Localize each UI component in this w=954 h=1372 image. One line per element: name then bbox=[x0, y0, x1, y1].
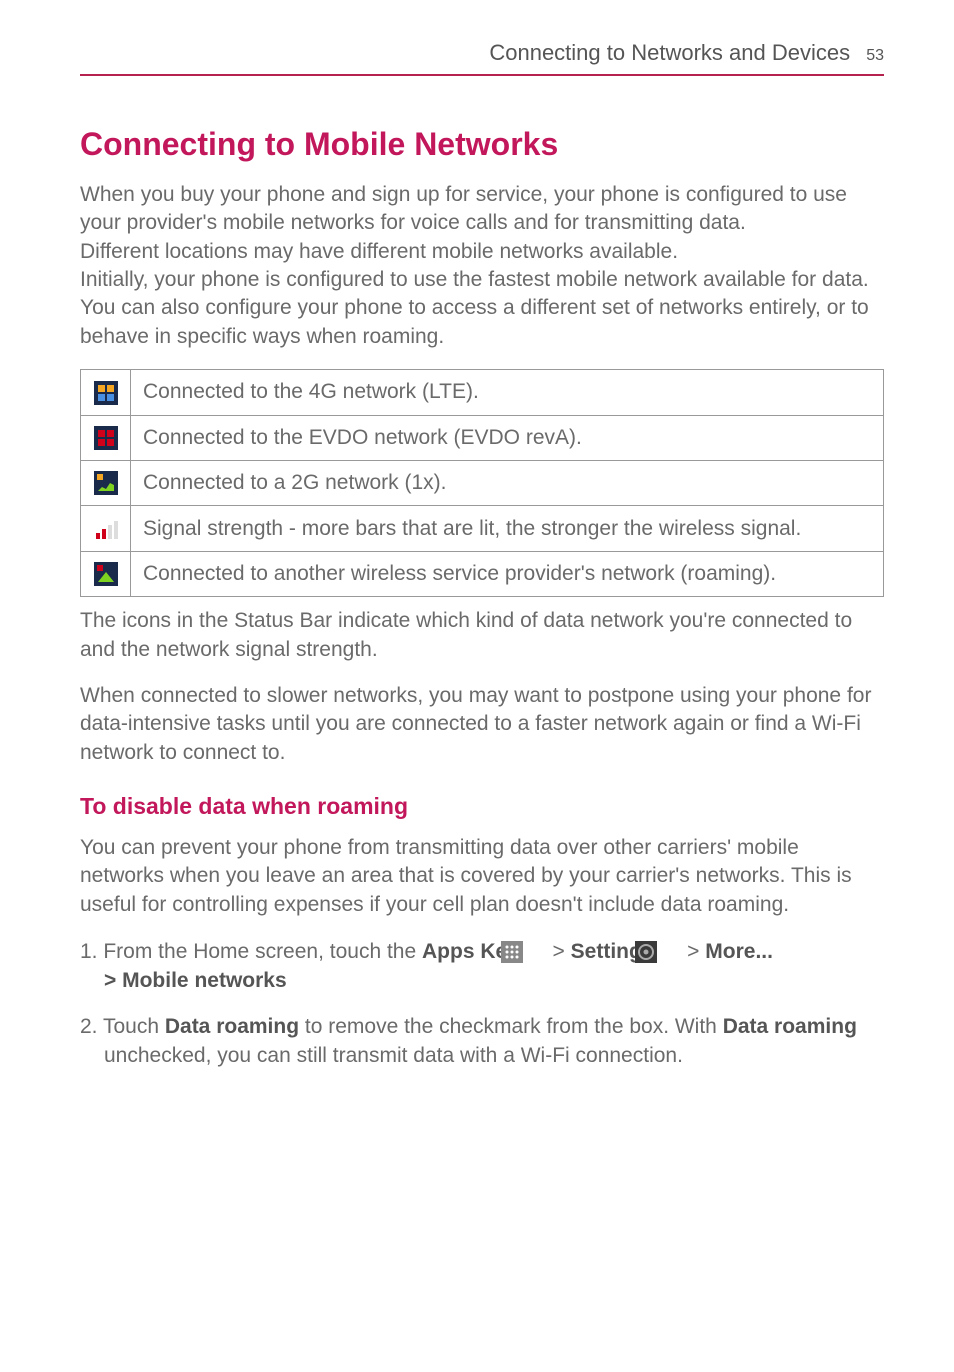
subheading-roaming: To disable data when roaming bbox=[80, 793, 884, 820]
data-roaming-label: Data roaming bbox=[165, 1015, 299, 1038]
step-text: Touch bbox=[103, 1015, 165, 1038]
roaming-icon bbox=[94, 562, 118, 586]
mobile-networks-label: Mobile networks bbox=[122, 969, 287, 992]
sub-paragraph: You can prevent your phone from transmit… bbox=[80, 834, 884, 919]
evdo-icon bbox=[94, 426, 118, 450]
table-desc: Signal strength - more bars that are lit… bbox=[131, 506, 884, 551]
gt-line2: > bbox=[104, 969, 122, 992]
page-number: 53 bbox=[866, 47, 884, 64]
apps-key-icon bbox=[525, 941, 547, 963]
step-text: to remove the checkmark from the box. Wi… bbox=[299, 1015, 723, 1038]
network-icons-table: Connected to the 4G network (LTE). Conne… bbox=[80, 369, 884, 597]
post-table-para-1: The icons in the Status Bar indicate whi… bbox=[80, 607, 884, 664]
table-row: Signal strength - more bars that are lit… bbox=[81, 506, 884, 551]
header-title: Connecting to Networks and Devices bbox=[489, 40, 850, 65]
step-1: 1. From the Home screen, touch the Apps … bbox=[80, 937, 884, 996]
step-num: 1. bbox=[80, 940, 103, 963]
more-label: More... bbox=[705, 940, 773, 963]
table-row: Connected to a 2G network (1x). bbox=[81, 460, 884, 505]
table-desc: Connected to a 2G network (1x). bbox=[131, 460, 884, 505]
steps-list: 1. From the Home screen, touch the Apps … bbox=[80, 937, 884, 1071]
2g-1x-icon bbox=[94, 471, 118, 495]
gt: > bbox=[681, 940, 705, 963]
table-row: Connected to the 4G network (LTE). bbox=[81, 370, 884, 415]
gt: > bbox=[547, 940, 571, 963]
table-row: Connected to another wireless service pr… bbox=[81, 551, 884, 596]
table-desc: Connected to another wireless service pr… bbox=[131, 551, 884, 596]
signal-bars-icon bbox=[94, 517, 118, 541]
intro-para-2: Different locations may have different m… bbox=[80, 238, 884, 266]
section-title: Connecting to Mobile Networks bbox=[80, 126, 884, 163]
table-row: Connected to the EVDO network (EVDO revA… bbox=[81, 415, 884, 460]
table-desc: Connected to the 4G network (LTE). bbox=[131, 370, 884, 415]
step-text: unchecked, you can still transmit data w… bbox=[104, 1044, 683, 1067]
intro-para-1: When you buy your phone and sign up for … bbox=[80, 181, 884, 238]
4g-lte-icon bbox=[94, 381, 118, 405]
settings-icon bbox=[659, 941, 681, 963]
step-num: 2. bbox=[80, 1015, 103, 1038]
intro-para-3: Initially, your phone is configured to u… bbox=[80, 266, 884, 351]
step-text: From the Home screen, touch the bbox=[103, 940, 422, 963]
table-desc: Connected to the EVDO network (EVDO revA… bbox=[131, 415, 884, 460]
page-header: Connecting to Networks and Devices 53 bbox=[80, 40, 884, 76]
step-2: 2. Touch Data roaming to remove the chec… bbox=[80, 1012, 884, 1071]
post-table-para-2: When connected to slower networks, you m… bbox=[80, 682, 884, 767]
data-roaming-label-2: Data roaming bbox=[723, 1015, 857, 1038]
